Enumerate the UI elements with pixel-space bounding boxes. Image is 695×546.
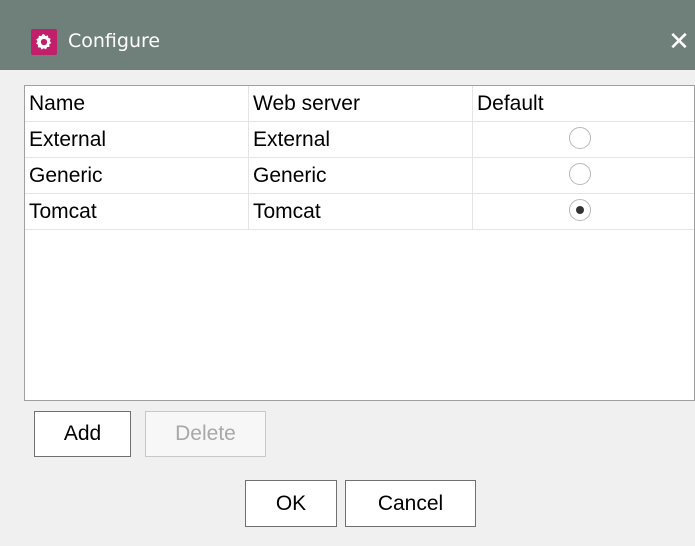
web-server-table: Name Web server Default External Externa…: [24, 85, 695, 401]
row-web-server-cell[interactable]: Generic: [249, 158, 473, 193]
cancel-button-label: Cancel: [377, 492, 444, 515]
table-row[interactable]: External External: [25, 122, 694, 158]
delete-button[interactable]: Delete: [145, 411, 266, 457]
cancel-button[interactable]: Cancel: [345, 480, 476, 527]
default-radio[interactable]: [569, 163, 591, 185]
add-button[interactable]: Add: [34, 411, 131, 457]
configure-dialog: Configure ✕ Name Web server Default Exte…: [0, 0, 695, 546]
close-icon[interactable]: ✕: [664, 26, 694, 58]
add-button-label: Add: [63, 422, 102, 445]
row-name-cell[interactable]: Tomcat: [25, 194, 249, 229]
column-header-web-server[interactable]: Web server: [249, 86, 473, 121]
row-web-server-cell[interactable]: Tomcat: [249, 194, 473, 229]
window-title: Configure: [68, 30, 161, 52]
default-radio[interactable]: [569, 199, 591, 221]
column-header-name[interactable]: Name: [25, 86, 249, 121]
default-radio[interactable]: [569, 127, 591, 149]
gear-icon: [31, 29, 57, 55]
row-name-cell[interactable]: Generic: [25, 158, 249, 193]
table-row[interactable]: Generic Generic: [25, 158, 694, 194]
table-row[interactable]: Tomcat Tomcat: [25, 194, 694, 230]
row-web-server-cell[interactable]: External: [249, 122, 473, 157]
ok-button-label: OK: [275, 492, 307, 515]
row-name-cell[interactable]: External: [25, 122, 249, 157]
title-bar[interactable]: Configure ✕: [0, 0, 695, 70]
ok-button[interactable]: OK: [245, 480, 337, 527]
table-header-row: Name Web server Default: [25, 86, 694, 122]
delete-button-label: Delete: [175, 422, 236, 445]
column-header-default[interactable]: Default: [473, 86, 694, 121]
